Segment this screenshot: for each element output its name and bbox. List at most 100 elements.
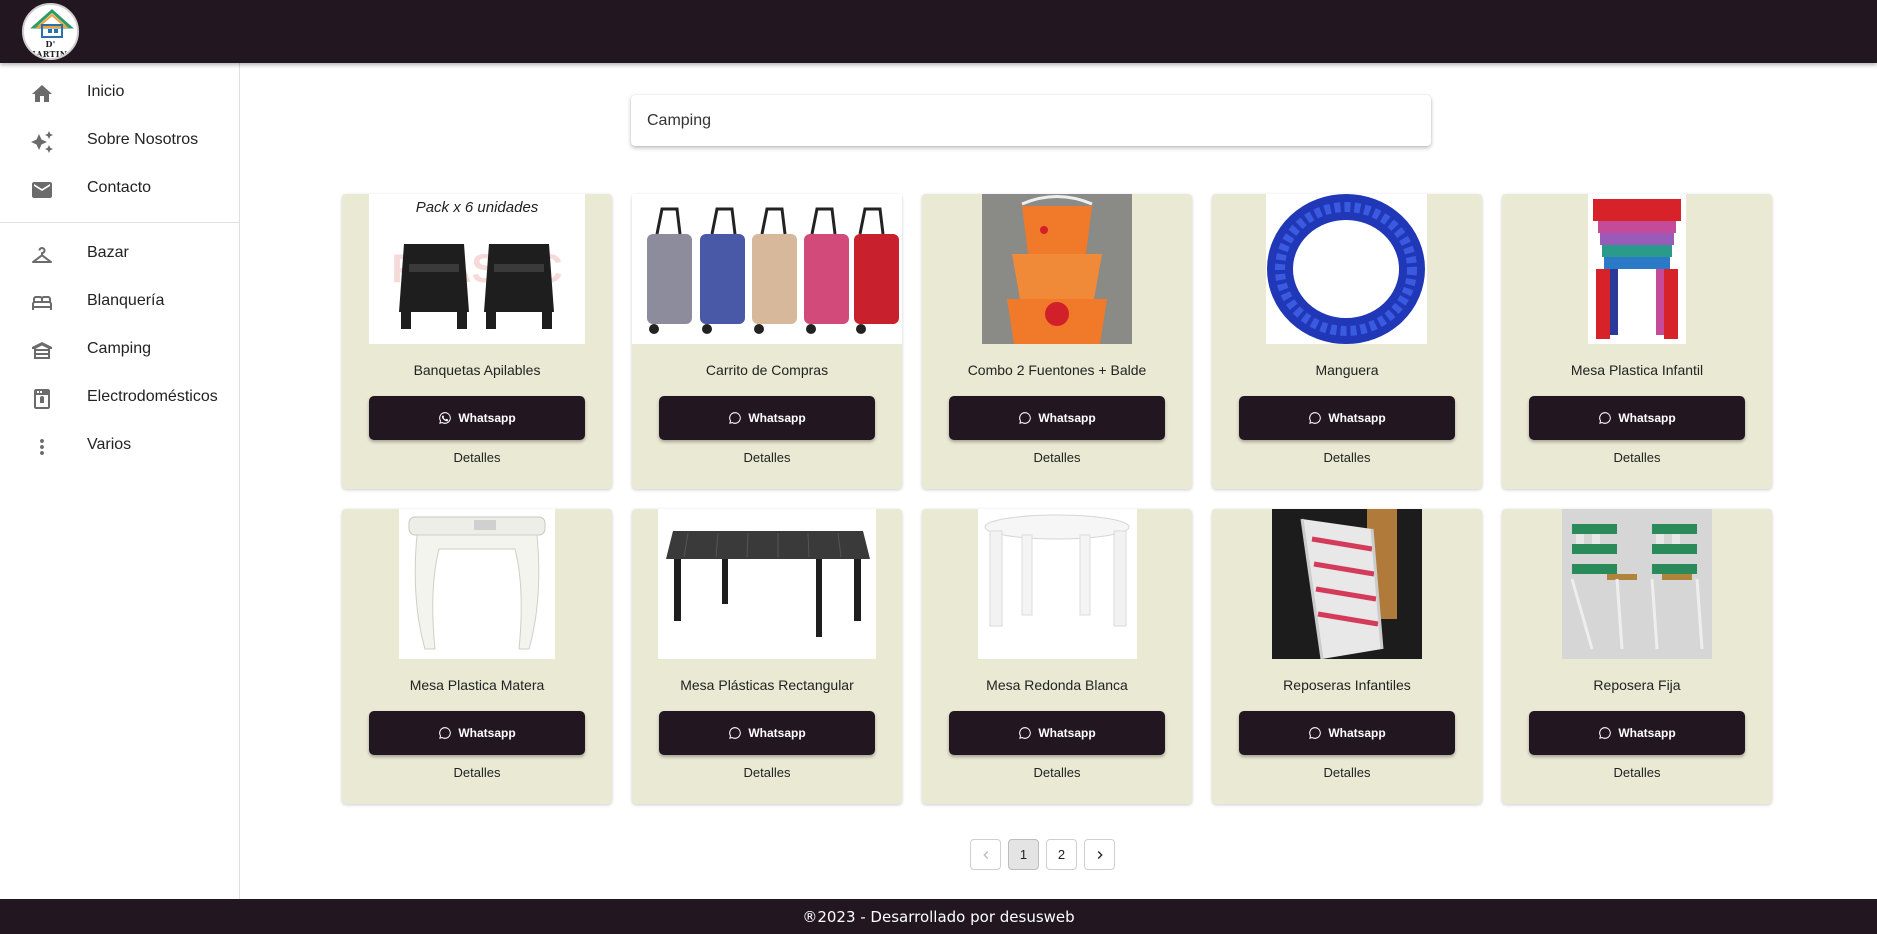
product-image[interactable] xyxy=(1272,509,1422,659)
whatsapp-button[interactable]: Whatsapp xyxy=(659,711,875,755)
whatsapp-icon xyxy=(439,727,452,739)
whatsapp-button-label: Whatsapp xyxy=(1328,411,1386,425)
pagination: 1 2 xyxy=(970,839,1120,870)
whatsapp-button-label: Whatsapp xyxy=(1328,726,1386,740)
brand-logo[interactable]: D' MARTINA xyxy=(22,3,79,60)
sidebar-item-label: Sobre Nosotros xyxy=(87,131,199,148)
whatsapp-button[interactable]: Whatsapp xyxy=(1239,396,1455,440)
sidebar-item-camping[interactable]: Camping xyxy=(0,327,239,375)
footer: ®2023 - Desarrollado por desusweb xyxy=(0,899,1877,934)
sidebar-item-label: Camping xyxy=(87,340,152,357)
details-link[interactable]: Detalles xyxy=(632,450,902,465)
details-link[interactable]: Detalles xyxy=(632,765,902,780)
details-link[interactable]: Detalles xyxy=(342,765,612,780)
whatsapp-button[interactable]: Whatsapp xyxy=(369,711,585,755)
appliance-icon xyxy=(30,387,54,411)
whatsapp-button[interactable]: Whatsapp xyxy=(949,396,1165,440)
whatsapp-icon xyxy=(1019,727,1032,739)
product-title: Carrito de Compras xyxy=(705,362,829,378)
sidebar-item-sobre-nosotros[interactable]: Sobre Nosotros xyxy=(0,118,239,166)
whatsapp-icon xyxy=(1599,412,1612,424)
product-card: Combo 2 Fuentones + Balde Whatsapp Detal… xyxy=(922,194,1192,489)
details-link[interactable]: Detalles xyxy=(1502,450,1772,465)
sidebar-item-label: Electrodomésticos xyxy=(87,388,218,405)
whatsapp-icon xyxy=(729,412,742,424)
sidebar-item-label: Contacto xyxy=(87,179,152,196)
whatsapp-button[interactable]: Whatsapp xyxy=(369,396,585,440)
product-title: Mesa Plastica Infantil xyxy=(1570,362,1704,378)
whatsapp-button-label: Whatsapp xyxy=(458,411,516,425)
product-image[interactable] xyxy=(978,509,1137,659)
product-image[interactable] xyxy=(658,509,876,659)
details-link[interactable]: Detalles xyxy=(1502,765,1772,780)
sidebar-item-contacto[interactable]: Contacto xyxy=(0,166,239,214)
sidebar-item-bazar[interactable]: Bazar xyxy=(0,231,239,279)
whatsapp-icon xyxy=(1309,727,1322,739)
details-link[interactable]: Detalles xyxy=(922,765,1192,780)
next-page-button[interactable] xyxy=(1084,839,1115,870)
chevron-left-icon xyxy=(982,850,988,859)
sidebar-divider xyxy=(0,222,239,223)
product-image[interactable] xyxy=(399,509,555,659)
whatsapp-button[interactable]: Whatsapp xyxy=(1529,396,1745,440)
product-title: Mesa Redonda Blanca xyxy=(986,677,1128,693)
image-caption: Pack x 6 unidades xyxy=(416,199,539,216)
whatsapp-button-label: Whatsapp xyxy=(748,726,806,740)
whatsapp-button[interactable]: Whatsapp xyxy=(1239,711,1455,755)
product-image[interactable] xyxy=(1562,509,1712,659)
search-input[interactable] xyxy=(631,95,1431,146)
chevron-right-icon xyxy=(1097,850,1103,859)
product-image[interactable] xyxy=(1588,194,1686,344)
sidebar-item-inicio[interactable]: Inicio xyxy=(0,70,239,118)
page-2-button[interactable]: 2 xyxy=(1046,839,1077,870)
sidebar: Inicio Sobre Nosotros Contacto Bazar Bla… xyxy=(0,63,240,899)
whatsapp-button-label: Whatsapp xyxy=(1038,726,1096,740)
product-card: Carrito de Compras Whatsapp Detalles xyxy=(632,194,902,489)
sidebar-item-label: Bazar xyxy=(87,244,129,261)
details-link[interactable]: Detalles xyxy=(1212,450,1482,465)
whatsapp-icon xyxy=(1019,412,1032,424)
sidebar-item-varios[interactable]: Varios xyxy=(0,423,239,471)
more-vert-icon xyxy=(30,435,54,459)
product-card: Reposeras Infantiles Whatsapp Detalles xyxy=(1212,509,1482,804)
whatsapp-button-label: Whatsapp xyxy=(748,411,806,425)
home-icon xyxy=(30,82,54,106)
product-card: Manguera Whatsapp Detalles xyxy=(1212,194,1482,489)
whatsapp-icon xyxy=(1599,727,1612,739)
whatsapp-icon xyxy=(729,727,742,739)
whatsapp-button-label: Whatsapp xyxy=(1038,411,1096,425)
whatsapp-button[interactable]: Whatsapp xyxy=(949,711,1165,755)
product-card: Mesa Redonda Blanca Whatsapp Detalles xyxy=(922,509,1192,804)
whatsapp-button[interactable]: Whatsapp xyxy=(1529,711,1745,755)
product-image[interactable] xyxy=(632,194,902,344)
product-image[interactable] xyxy=(1266,194,1427,344)
details-link[interactable]: Detalles xyxy=(922,450,1192,465)
product-title: Banquetas Apilables xyxy=(413,362,541,378)
product-title: Mesa Plastica Matera xyxy=(409,677,545,693)
product-title: Reposeras Infantiles xyxy=(1283,677,1411,693)
footer-text: ®2023 - Desarrollado por desusweb xyxy=(802,907,1075,926)
sidebar-item-label: Inicio xyxy=(87,83,125,100)
whatsapp-icon xyxy=(1309,412,1322,424)
sidebar-item-electrodomesticos[interactable]: Electrodomésticos xyxy=(0,375,239,423)
main-content: Pack x 6 unidades PLASTIC Banquetas Apil… xyxy=(241,63,1877,899)
whatsapp-button-label: Whatsapp xyxy=(458,726,516,740)
product-image[interactable] xyxy=(982,194,1132,344)
prev-page-button[interactable] xyxy=(970,839,1001,870)
top-app-bar: D' MARTINA xyxy=(0,0,1877,63)
product-title: Mesa Plásticas Rectangular xyxy=(680,677,854,693)
product-card: Reposera Fija Whatsapp Detalles xyxy=(1502,509,1772,804)
hanger-icon xyxy=(30,243,54,267)
whatsapp-button[interactable]: Whatsapp xyxy=(659,396,875,440)
product-card: Mesa Plastica Matera Whatsapp Detalles xyxy=(342,509,612,804)
bed-icon xyxy=(30,291,54,315)
product-title: Reposera Fija xyxy=(1593,677,1681,693)
details-link[interactable]: Detalles xyxy=(1212,765,1482,780)
details-link[interactable]: Detalles xyxy=(342,450,612,465)
tent-icon xyxy=(30,339,54,363)
page-1-button[interactable]: 1 xyxy=(1008,839,1039,870)
product-card: Pack x 6 unidades PLASTIC Banquetas Apil… xyxy=(342,194,612,489)
product-image[interactable]: Pack x 6 unidades PLASTIC xyxy=(369,194,585,344)
product-card: Mesa Plásticas Rectangular Whatsapp Deta… xyxy=(632,509,902,804)
sidebar-item-blanqueria[interactable]: Blanquería xyxy=(0,279,239,327)
